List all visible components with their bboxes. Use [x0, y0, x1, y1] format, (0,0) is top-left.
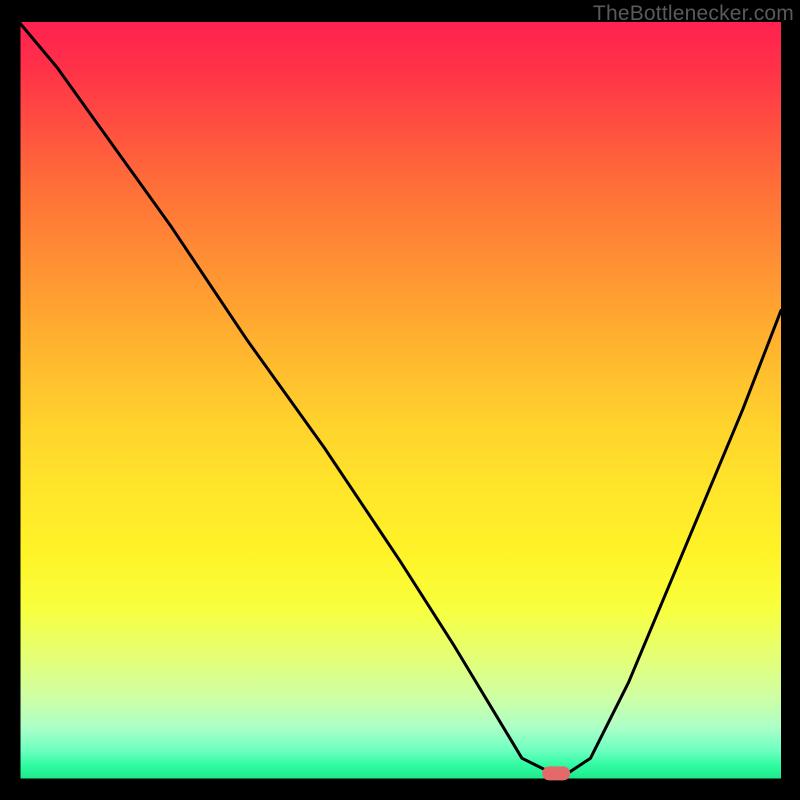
bottleneck-curve: [19, 22, 781, 773]
optimal-point-marker: [542, 766, 570, 780]
plot-area: [19, 22, 781, 781]
chart-svg: [19, 22, 781, 781]
chart-stage: TheBottlenecker.com: [0, 0, 800, 800]
watermark-text: TheBottlenecker.com: [593, 2, 794, 26]
